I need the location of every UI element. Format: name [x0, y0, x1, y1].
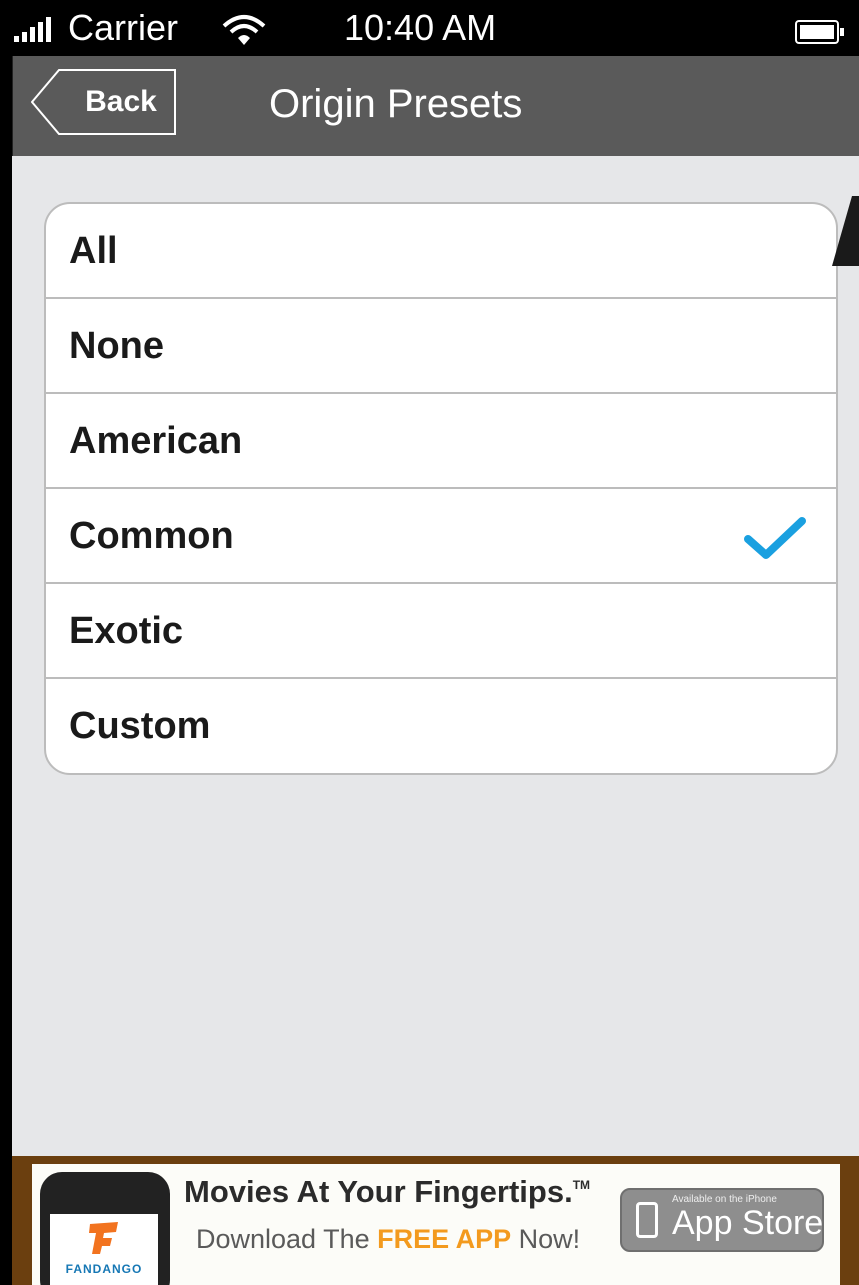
preset-item-label: American	[69, 420, 243, 462]
ad-banner[interactable]: FANDANGO Movies At Your Fingertips.TM Do…	[12, 1156, 859, 1285]
battery-icon	[795, 20, 844, 44]
preset-item-label: Common	[69, 515, 234, 557]
scroll-edge-arrow-icon	[832, 196, 859, 266]
fandango-logo-icon	[89, 1222, 118, 1254]
ad-subline: Download The FREE APP Now!	[196, 1224, 580, 1255]
status-time: 10:40 AM	[344, 7, 497, 48]
signal-strength-icon	[14, 16, 51, 42]
preset-item-custom[interactable]: Custom	[46, 679, 836, 773]
preset-item-label: Exotic	[69, 610, 184, 652]
ad-subline-prefix: Download The	[196, 1224, 378, 1254]
carrier-name: Carrier	[68, 7, 179, 48]
preset-item-american[interactable]: American	[46, 394, 836, 489]
ad-content: FANDANGO Movies At Your Fingertips.TM Do…	[32, 1164, 840, 1285]
preset-item-label: Custom	[69, 705, 211, 747]
ad-headline-text: Movies At Your Fingertips.	[184, 1174, 573, 1209]
preset-item-all[interactable]: All	[46, 204, 836, 299]
navigation-bar: Back Origin Presets	[12, 56, 859, 156]
wifi-icon	[222, 15, 266, 45]
preset-list: All None American Common Exotic Custom	[44, 202, 838, 775]
preset-item-label: None	[69, 325, 164, 367]
ad-subline-highlight: FREE APP	[377, 1224, 512, 1254]
preset-item-exotic[interactable]: Exotic	[46, 584, 836, 679]
checkmark-icon	[744, 517, 806, 559]
app-store-label: App Store	[672, 1204, 824, 1242]
app-store-button[interactable]: Available on the iPhone App Store	[620, 1188, 824, 1252]
phone-graphic: FANDANGO	[40, 1172, 170, 1285]
iphone-icon	[636, 1202, 658, 1238]
ad-subline-suffix: Now!	[511, 1224, 581, 1254]
back-button[interactable]: Back	[31, 69, 177, 135]
phone-screen: FANDANGO	[50, 1214, 158, 1285]
content-area: All None American Common Exotic Custom	[12, 156, 859, 1156]
ad-headline: Movies At Your Fingertips.TM	[184, 1174, 590, 1210]
brand-name: FANDANGO	[65, 1262, 143, 1276]
app-screen: Carrier 10:40 AM Back Origin Presets All	[0, 0, 859, 1285]
preset-item-none[interactable]: None	[46, 299, 836, 394]
status-bar: Carrier 10:40 AM	[0, 0, 859, 56]
back-button-label: Back	[85, 85, 157, 118]
preset-item-label: All	[69, 230, 118, 272]
trademark: TM	[572, 1178, 591, 1192]
preset-item-common[interactable]: Common	[46, 489, 836, 584]
page-title: Origin Presets	[269, 82, 523, 126]
